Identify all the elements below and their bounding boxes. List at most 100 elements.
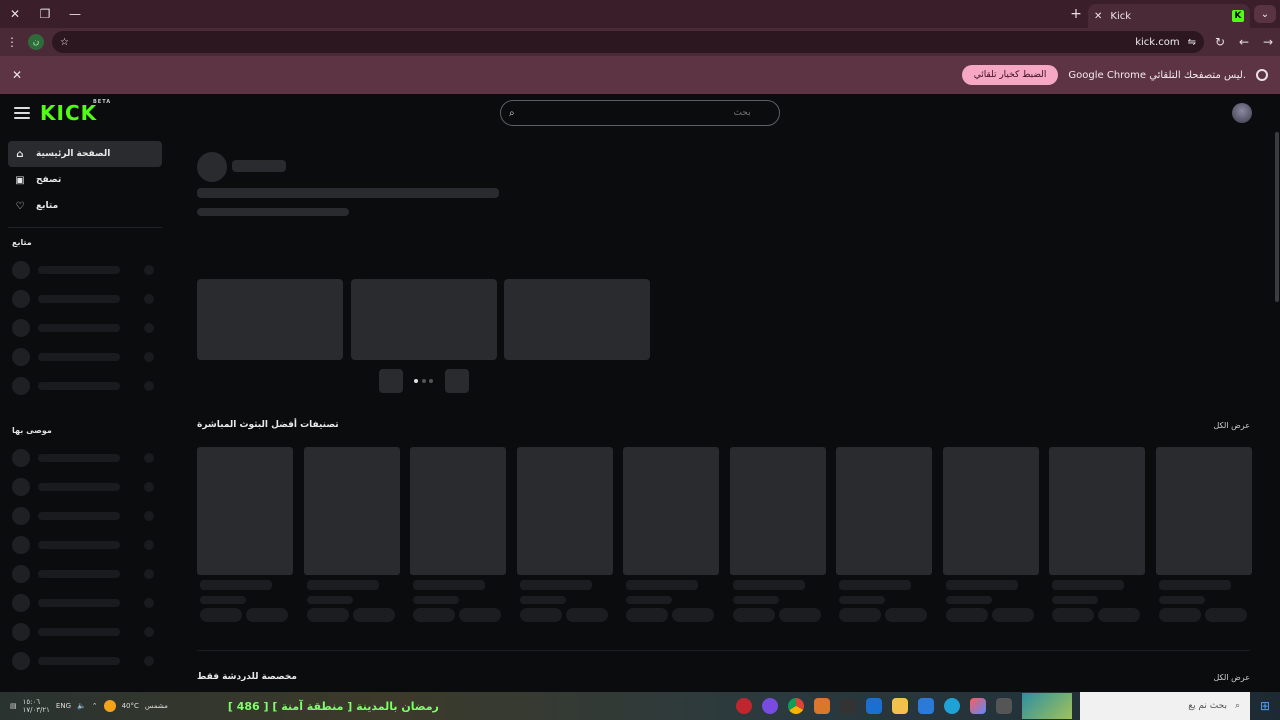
category-card[interactable] [729, 447, 826, 575]
hamburger-menu-icon[interactable] [14, 107, 30, 119]
volume-icon[interactable]: 🔈 [77, 702, 86, 710]
category-tag-skeleton [565, 608, 608, 622]
category-viewers-skeleton [519, 596, 566, 604]
category-tag-skeleton [200, 608, 242, 622]
tab-search-chevron-down-icon[interactable]: ⌄ [1254, 5, 1276, 23]
taskbar-apps [736, 693, 1080, 719]
bookmark-star-icon[interactable]: ☆ [60, 37, 69, 48]
window-minimize-icon[interactable]: — [60, 0, 90, 28]
tab-close-icon[interactable]: ✕ [1094, 11, 1102, 22]
profile-button[interactable]: ن [24, 28, 48, 56]
search-input[interactable] [520, 108, 751, 118]
carousel-page-dot[interactable] [429, 379, 433, 383]
kick-header: KICK BETA ⌕ [0, 94, 1280, 132]
carousel-card[interactable] [197, 279, 343, 360]
reload-icon[interactable]: ↻ [1208, 28, 1232, 56]
user-avatar[interactable] [1232, 103, 1252, 123]
infobar-close-icon[interactable]: ✕ [12, 68, 22, 82]
category-viewers-skeleton [1052, 596, 1098, 604]
beta-badge: BETA [93, 99, 112, 105]
back-arrow-icon[interactable]: ← [1232, 28, 1256, 56]
category-card[interactable] [1155, 447, 1252, 575]
category-card[interactable] [303, 447, 400, 575]
desktop-ticker: [ 486 ] رمضان بالمدينة [ منطقة آمنة ] [227, 699, 439, 713]
sidebar-divider [8, 227, 162, 228]
category-name-skeleton [306, 580, 379, 590]
channel-skeleton [0, 255, 170, 284]
see-all-link[interactable]: عرض الكل [1213, 421, 1250, 430]
set-default-button[interactable]: الضبط كخيار تلقائي [961, 65, 1059, 85]
task-view-icon[interactable] [996, 698, 1012, 714]
chevron-up-icon[interactable]: ⌃ [92, 702, 98, 710]
sidebar-item-home[interactable]: ⌂ الصفحة الرئيسية [8, 141, 162, 167]
search-box[interactable]: ⌕ [500, 100, 780, 126]
chrome-taskbar-icon[interactable] [788, 698, 804, 714]
sidebar: ⌂ الصفحة الرئيسية ▣ تصفح ♡ متابع متابع م… [0, 132, 170, 692]
notification-icon[interactable]: ▤ [10, 702, 17, 710]
category-tag-skeleton [246, 608, 288, 622]
main-content: تصنيفات أفضل البثوث المباشرة عرض الكل مخ… [170, 132, 1280, 692]
edge-icon[interactable] [944, 698, 960, 714]
carousel-page-dot[interactable] [414, 379, 418, 383]
app-illustrator-icon[interactable] [814, 698, 830, 714]
app-obs-icon[interactable] [840, 698, 856, 714]
featured-name-skeleton [232, 160, 286, 172]
category-tag-skeleton [1204, 608, 1247, 622]
category-card[interactable] [1049, 447, 1145, 575]
infobar-message: Google Chrome ليس متصفحك التلقائي. [1068, 69, 1246, 81]
category-name-skeleton [1158, 580, 1231, 590]
carousel-next-button[interactable] [445, 369, 469, 393]
language-indicator[interactable]: ENG [56, 702, 71, 710]
store-icon[interactable] [918, 698, 934, 714]
window-close-icon[interactable]: ✕ [0, 0, 30, 28]
omnibox[interactable]: ☆ kick.com ⇋ [52, 31, 1204, 53]
category-card[interactable] [623, 447, 719, 575]
category-name-skeleton [839, 580, 911, 590]
taskbar-search[interactable]: بحث نم يع ⌕ [1080, 692, 1250, 720]
channel-skeleton [0, 559, 170, 588]
channel-skeleton [0, 530, 170, 559]
featured-title-skeleton [197, 188, 499, 198]
new-tab-button[interactable]: + [1064, 6, 1088, 22]
browser-toolbar: ⋮ ن ☆ kick.com ⇋ ↻ ← → [0, 28, 1280, 56]
weather-sun-icon[interactable] [103, 700, 116, 712]
home-icon: ⌂ [16, 148, 24, 160]
window-restore-icon[interactable]: ❐ [30, 0, 60, 28]
search-icon: ⌕ [509, 107, 515, 119]
category-card[interactable] [197, 447, 293, 575]
chrome-logo-icon [1256, 69, 1268, 81]
carousel-card[interactable] [504, 279, 650, 360]
carousel-page-dot[interactable] [422, 379, 426, 383]
carousel-card[interactable] [351, 279, 497, 360]
category-viewers-skeleton [626, 596, 672, 604]
app-record-icon[interactable] [736, 698, 752, 714]
sidebar-item-browse[interactable]: ▣ تصفح [8, 167, 162, 193]
app-messenger-icon[interactable] [762, 698, 778, 714]
sidebar-item-following[interactable]: ♡ متابع [8, 193, 162, 219]
following-section-title: متابع [12, 238, 32, 247]
featured-avatar-skeleton [197, 152, 227, 182]
channel-skeleton [0, 284, 170, 313]
see-all-link[interactable]: عرض الكل [1213, 673, 1250, 682]
carousel-prev-button[interactable] [379, 369, 403, 393]
kick-logo[interactable]: KICK BETA [40, 99, 110, 125]
category-card[interactable] [942, 447, 1039, 575]
outlook-icon[interactable] [866, 698, 882, 714]
clock[interactable]: ١٥:٠٦ ١٧/٠٣/٢١ [23, 698, 50, 714]
menu-kebab-icon[interactable]: ⋮ [0, 28, 24, 56]
category-viewers-skeleton [945, 596, 992, 604]
tab-title: Kick [1110, 10, 1132, 22]
start-windows-icon[interactable]: ⊞ [1250, 692, 1280, 720]
app-copilot-icon[interactable] [970, 698, 986, 714]
browse-icon: ▣ [15, 174, 25, 186]
recommended-section-title: موصى بها [12, 426, 52, 435]
scrollbar[interactable] [1275, 132, 1279, 302]
browser-tab-kick[interactable]: ✕ Kick K [1088, 4, 1250, 28]
category-card[interactable] [410, 447, 506, 575]
file-explorer-icon[interactable] [892, 698, 908, 714]
site-settings-icon[interactable]: ⇋ [1188, 37, 1196, 48]
forward-arrow-icon[interactable]: → [1256, 28, 1280, 56]
widgets-thumbnail[interactable] [1022, 693, 1072, 719]
category-card[interactable] [516, 447, 613, 575]
category-card[interactable] [836, 447, 932, 575]
